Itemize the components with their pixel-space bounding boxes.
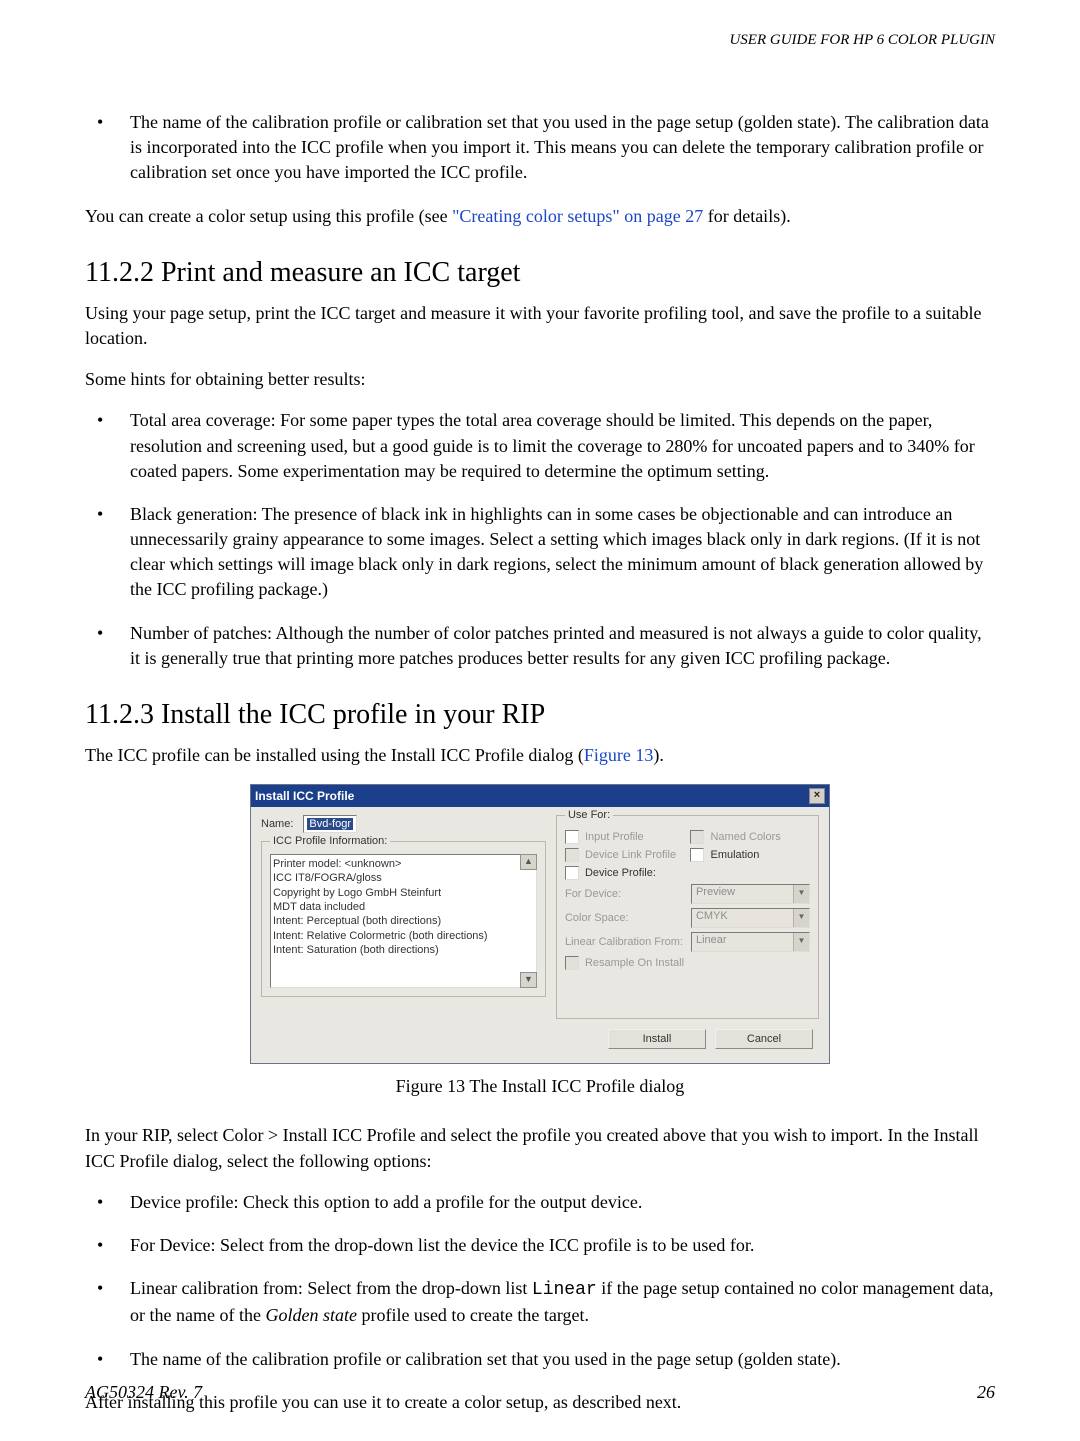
dialog-titlebar: Install ICC Profile × — [251, 785, 829, 807]
sec-1123-p1: The ICC profile can be installed using t… — [85, 743, 995, 768]
section-11-2-2-heading: 11.2.2 Print and measure an ICC target — [85, 257, 995, 289]
bullet-linear-cal: Linear calibration from: Select from the… — [85, 1276, 995, 1328]
linear-cal-label: Linear Calibration From: — [565, 936, 685, 948]
device-profile-label: Device Profile: — [585, 867, 656, 879]
creating-color-setups-link[interactable]: "Creating color setups" on page 27 — [452, 206, 703, 226]
device-link-checkbox — [565, 848, 579, 862]
icc-info-line: Printer model: <unknown> — [273, 857, 534, 871]
emulation-label: Emulation — [710, 849, 759, 861]
scroll-up-icon[interactable]: ▲ — [520, 854, 537, 870]
golden-state-italic: Golden state — [265, 1305, 357, 1325]
icc-info-line: Intent: Perceptual (both directions) — [273, 914, 534, 928]
bullet-device-profile: Device profile: Check this option to add… — [85, 1190, 995, 1215]
icc-info-line: MDT data included — [273, 900, 534, 914]
footer-doc-id: AG50324 Rev. 7 — [85, 1382, 202, 1403]
install-icc-profile-dialog: Install ICC Profile × Name: Bvd-fogr ICC… — [250, 784, 830, 1064]
bullet-num-patches: Number of patches: Although the number o… — [85, 621, 995, 671]
scroll-down-icon[interactable]: ▼ — [520, 972, 537, 988]
icc-info-line: Copyright by Logo GmbH Steinfurt — [273, 886, 534, 900]
text: for details). — [703, 206, 790, 226]
device-profile-checkbox[interactable] — [565, 866, 579, 880]
text: profile used to create the target. — [357, 1305, 589, 1325]
code-linear: Linear — [532, 1280, 597, 1300]
running-header: USER GUIDE FOR HP 6 COLOR PLUGIN — [729, 32, 995, 49]
text: You can create a color setup using this … — [85, 206, 452, 226]
icc-info-legend: ICC Profile Information: — [270, 835, 390, 847]
name-label: Name: — [261, 818, 293, 830]
device-link-label: Device Link Profile — [585, 849, 676, 861]
text: The ICC profile can be installed using t… — [85, 745, 584, 765]
footer: AG50324 Rev. 7 26 — [85, 1382, 995, 1403]
bullet-for-device: For Device: Select from the drop-down li… — [85, 1233, 995, 1258]
for-device-value: Preview — [692, 885, 793, 903]
input-profile-checkbox[interactable] — [565, 830, 579, 844]
icc-profile-info-group: ICC Profile Information: Printer model: … — [261, 841, 546, 997]
close-icon[interactable]: × — [809, 788, 825, 804]
color-space-select[interactable]: CMYK ▼ — [691, 908, 810, 928]
named-colors-checkbox — [690, 830, 704, 844]
figure-13-caption: Figure 13 The Install ICC Profile dialog — [85, 1074, 995, 1099]
input-profile-label: Input Profile — [585, 831, 644, 843]
emulation-checkbox[interactable] — [690, 848, 704, 862]
linear-cal-select[interactable]: Linear ▼ — [691, 932, 810, 952]
create-setup-paragraph: You can create a color setup using this … — [85, 204, 995, 229]
bullet-cal-profile-name: The name of the calibration profile or c… — [85, 1347, 995, 1372]
install-icc-profile-dialog-figure: Install ICC Profile × Name: Bvd-fogr ICC… — [250, 784, 830, 1064]
footer-page-number: 26 — [977, 1382, 995, 1403]
intro-bullet: The name of the calibration profile or c… — [85, 110, 995, 186]
sec-1122-p2: Some hints for obtaining better results: — [85, 367, 995, 392]
chevron-down-icon: ▼ — [793, 933, 809, 951]
bullet-total-area: Total area coverage: For some paper type… — [85, 408, 995, 484]
use-for-legend: Use For: — [565, 809, 613, 821]
for-device-select[interactable]: Preview ▼ — [691, 884, 810, 904]
figure-13-link[interactable]: Figure 13 — [584, 745, 654, 765]
color-space-label: Color Space: — [565, 912, 685, 924]
chevron-down-icon: ▼ — [793, 885, 809, 903]
use-for-group: Use For: Input Profile Named Colors — [556, 815, 819, 1019]
color-space-value: CMYK — [692, 909, 793, 927]
main-content: The name of the calibration profile or c… — [85, 110, 995, 1431]
linear-cal-value: Linear — [692, 933, 793, 951]
for-device-label: For Device: — [565, 888, 685, 900]
text: Linear calibration from: Select from the… — [130, 1278, 532, 1298]
name-field[interactable]: Bvd-fogr — [303, 815, 357, 833]
icc-info-line: ICC IT8/FOGRA/gloss — [273, 871, 534, 885]
chevron-down-icon: ▼ — [793, 909, 809, 927]
sec-1122-p1: Using your page setup, print the ICC tar… — [85, 301, 995, 351]
text: ). — [653, 745, 664, 765]
section-11-2-3-heading: 11.2.3 Install the ICC profile in your R… — [85, 699, 995, 731]
resample-checkbox — [565, 956, 579, 970]
sec-1123-p2: In your RIP, select Color > Install ICC … — [85, 1123, 995, 1173]
icc-info-line: Intent: Relative Colormetric (both direc… — [273, 929, 534, 943]
named-colors-label: Named Colors — [710, 831, 780, 843]
dialog-title: Install ICC Profile — [255, 789, 354, 803]
bullet-black-gen: Black generation: The presence of black … — [85, 502, 995, 603]
icc-info-textarea[interactable]: Printer model: <unknown> ICC IT8/FOGRA/g… — [270, 854, 537, 988]
icc-info-line: Intent: Saturation (both directions) — [273, 943, 534, 957]
resample-label: Resample On Install — [585, 957, 684, 969]
install-button[interactable]: Install — [608, 1029, 706, 1049]
cancel-button[interactable]: Cancel — [715, 1029, 813, 1049]
